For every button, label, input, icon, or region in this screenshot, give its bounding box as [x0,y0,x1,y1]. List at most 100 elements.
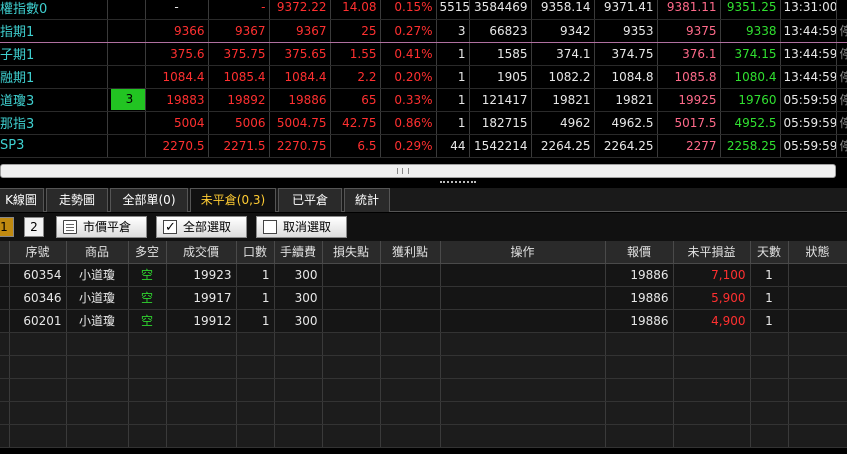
quote-cell: 1 [436,88,470,112]
cell-empty [0,263,10,287]
quote-cell: 1085.4 [208,65,270,89]
tab-all-orders[interactable]: 全部單(0) [110,188,188,212]
quote-row[interactable]: 道瓊3 3 19883 19892 19886 65 0.33% 1 121417 19821 19… [0,88,847,112]
column-header[interactable]: 損失點 [322,241,381,264]
column-header[interactable]: 序號 [9,241,67,264]
page-2-button[interactable]: 2 [24,217,44,237]
cell-days [750,378,789,402]
tab-kline[interactable]: K線圖 [0,188,44,212]
cell-empty [0,355,10,379]
quote-cell: 0.20% [380,65,437,89]
position-count-cell [107,42,146,66]
cell-seq: 60201 [9,309,67,333]
column-header[interactable]: 天數 [750,241,789,264]
quote-cell: 1080.4 [720,65,781,89]
quote-cell: 14.08 [330,0,381,20]
cell-empty [322,401,381,425]
quote-cell: 375.65 [269,42,331,66]
deselect-button[interactable]: 取消選取 [256,216,347,238]
quote-symbol: 指期1 [0,18,108,43]
quote-cell: 13:44:59 [780,42,837,66]
quote-cell: 1 [436,111,470,135]
column-header[interactable]: 多空 [128,241,167,264]
cell-empty [380,286,441,310]
quote-cell: 9372.22 [269,0,331,20]
quote-row[interactable]: 子期1 375.6 375.75 375.65 1.55 0.41% 1 1585 374.1 3… [0,42,847,66]
quote-row[interactable]: SP3 2270.5 2271.5 2270.75 6.5 0.29% 44 1542214 2… [0,134,847,158]
cell-side: 空 [128,263,167,287]
select-all-button[interactable]: 全部選取 [156,216,247,238]
cell-pnl [673,332,751,356]
quote-row[interactable]: 指期1 9366 9367 9367 25 0.27% 3 66823 9342 9353 9375… [0,18,847,43]
cell-empty [380,355,441,379]
page-1-button[interactable]: 1 [0,217,14,237]
cell-empty [380,263,441,287]
tab-open-positions[interactable]: 未平倉(0,3) [190,188,276,212]
column-header[interactable]: 操作 [440,241,606,264]
cell-empty [788,309,847,333]
cell-price [166,355,237,379]
cell-seq [9,355,67,379]
quote-cell: 4962.5 [594,111,658,135]
quote-cell: 9375 [657,18,721,43]
quote-cell: 3 [436,18,470,43]
column-header[interactable]: 口數 [236,241,275,264]
table-row[interactable]: 60346 小道瓊空 19917 1 300 19886 5,900 1 [0,286,847,310]
cell-fee [274,378,323,402]
quote-cell: 1 [436,65,470,89]
quote-row[interactable]: 那指3 5004 5006 5004.75 42.75 0.86% 1 182715 4962 4… [0,111,847,135]
quote-cell: - [208,0,270,20]
quote-cell: 停止 [836,65,847,89]
quote-cell: 5004.75 [269,111,331,135]
tab-closed-positions[interactable]: 已平倉 [278,188,342,212]
splitter-dots-icon [440,181,476,183]
quote-cell: 374.75 [594,42,658,66]
column-header[interactable]: 手續費 [274,241,323,264]
quote-cell: 2258.25 [720,134,781,158]
cell-empty [380,332,441,356]
quote-cell: 374.1 [531,42,595,66]
quote-cell: 6.5 [330,134,381,158]
column-header[interactable]: 商品 [66,241,129,264]
position-count-badge[interactable]: 3 [110,89,144,110]
open-positions-grid: 序號 商品 多空 成交價 口數 手續費 損失點 獲利點 操作 報價 未平損益 天數 狀態 60354 小道… [0,241,847,454]
quote-cell: 05:59:59 [780,134,837,158]
cell-qty: 1 [236,263,275,287]
quote-cell: 0.41% [380,42,437,66]
column-header[interactable]: 成交價 [166,241,237,264]
column-header[interactable]: 報價 [605,241,674,264]
cell-qty: 1 [236,309,275,333]
scroll-grip-icon[interactable] [397,168,409,174]
cell-empty [788,286,847,310]
quote-cell: 13:31:00 [780,0,837,20]
market-close-button[interactable]: 市價平倉 [56,216,147,238]
table-row[interactable]: 60354 小道瓊空 19923 1 300 19886 7,100 1 [0,263,847,287]
horizontal-scrollbar[interactable] [0,164,836,178]
column-header[interactable]: 未平損益 [673,241,751,264]
cell-empty [0,401,10,425]
column-header[interactable]: 獲利點 [380,241,441,264]
cell-qty [236,355,275,379]
quote-board: 權指數0- -9372.22 14.08 0.15% 5515 3584469 9358.1… [0,0,847,164]
tab-statistics[interactable]: 統計 [344,188,390,212]
cell-empty [440,332,606,356]
quote-cell: 1084.4 [145,65,209,89]
cell-empty [322,355,381,379]
cell-quote [605,378,674,402]
quote-row[interactable]: 權指數0- -9372.22 14.08 0.15% 5515 3584469 9358.1… [0,0,847,20]
quote-cell: 2.2 [330,65,381,89]
empty-row [0,378,847,402]
quote-row[interactable]: 融期1 1084.4 1085.4 1084.4 2.2 0.20% 1 1905 1082.2… [0,65,847,89]
quote-cell: 9367 [269,18,331,43]
quote-cell: 停止 [836,88,847,112]
cell-product: 小道瓊 [66,286,129,310]
cell-empty [440,378,606,402]
cell-pnl [673,378,751,402]
tab-trend[interactable]: 走勢圖 [46,188,108,212]
cell-product: 小道瓊 [66,309,129,333]
panel-splitter[interactable] [0,178,847,187]
empty-row [0,401,847,425]
cell-price [166,332,237,356]
table-row[interactable]: 60201 小道瓊空 19912 1 300 19886 4,900 1 [0,309,847,333]
column-header[interactable]: 狀態 [788,241,847,264]
